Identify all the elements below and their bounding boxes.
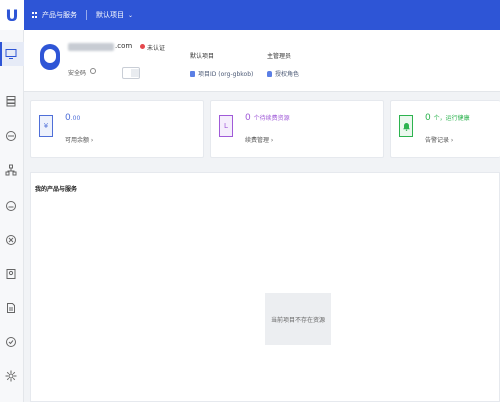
project-selector-label: 默认项目 bbox=[96, 11, 124, 19]
account-header: .com 未认证 安全码 默认项目 项目ID (org-gbkob) 主管理员 … bbox=[24, 30, 500, 92]
bell-icon bbox=[399, 115, 413, 137]
org-icon[interactable] bbox=[5, 164, 17, 176]
database-icon[interactable] bbox=[5, 234, 17, 246]
safety-code-toggle[interactable] bbox=[122, 67, 140, 79]
my-products-panel: 我的产品与服务 当前项目不存在资源 bbox=[30, 172, 500, 402]
document-icon[interactable] bbox=[5, 302, 17, 314]
renewal-value: 0 个待续费资源 bbox=[245, 113, 290, 123]
verify-status-link[interactable]: 未认证 bbox=[147, 43, 165, 52]
check-icon[interactable] bbox=[5, 336, 17, 348]
avatar[interactable] bbox=[40, 44, 60, 70]
top-navigation-bar: U 产品与服务 默认项目 ⌄ bbox=[0, 0, 500, 30]
project-selector[interactable]: 默认项目 ⌄ bbox=[96, 10, 133, 20]
username-suffix: .com bbox=[115, 42, 133, 50]
sidebar bbox=[0, 30, 24, 402]
alert-records-link[interactable]: 告警记录 › bbox=[425, 135, 453, 144]
user-role-icon bbox=[267, 70, 272, 77]
cloud-icon[interactable] bbox=[5, 200, 17, 212]
authorized-role-text: 授权角色 bbox=[275, 71, 300, 78]
storage-icon[interactable] bbox=[5, 95, 17, 107]
safety-code-label: 安全码 bbox=[68, 70, 87, 77]
empty-state: 当前项目不存在资源 bbox=[265, 293, 331, 345]
yuan-icon: ¥ bbox=[39, 115, 53, 137]
chevron-down-icon: ⌄ bbox=[128, 11, 134, 19]
badge-icon[interactable] bbox=[5, 268, 17, 280]
products-label: 产品与服务 bbox=[42, 11, 77, 19]
authorized-role[interactable]: 授权角色 bbox=[267, 69, 299, 78]
monitor-icon[interactable] bbox=[5, 48, 17, 60]
nav-divider bbox=[86, 10, 87, 20]
network-icon[interactable] bbox=[5, 130, 17, 142]
alert-card[interactable]: 0 个，运行健康 告警记录 › bbox=[390, 100, 500, 158]
admin-label: 主管理员 bbox=[267, 53, 292, 60]
products-menu[interactable]: 产品与服务 bbox=[32, 10, 77, 20]
ucloud-logo[interactable]: U bbox=[0, 0, 24, 30]
project-icon bbox=[190, 70, 195, 77]
balance-value: 0.00 bbox=[65, 113, 81, 123]
renewal-management-link[interactable]: 续费管理 › bbox=[245, 135, 273, 144]
available-balance-link[interactable]: 可用余额 › bbox=[65, 135, 93, 144]
gear-icon[interactable] bbox=[5, 370, 17, 382]
project-label: 默认项目 bbox=[190, 53, 215, 60]
project-id-text: 项目ID (org-gbkob) bbox=[198, 71, 254, 78]
products-title: 我的产品与服务 bbox=[35, 186, 78, 193]
renewal-card[interactable]: L 0 个待续费资源 续费管理 › bbox=[210, 100, 384, 158]
username-redacted bbox=[68, 43, 114, 51]
project-id[interactable]: 项目ID (org-gbkob) bbox=[190, 69, 253, 78]
renewal-icon: L bbox=[219, 115, 233, 137]
alert-value: 0 个，运行健康 bbox=[425, 113, 470, 123]
bell-shape bbox=[402, 122, 410, 131]
balance-card[interactable]: ¥ 0.00 可用余额 › bbox=[30, 100, 204, 158]
info-icon[interactable] bbox=[90, 68, 96, 74]
unverified-status-icon bbox=[140, 44, 145, 49]
grid-menu-icon bbox=[32, 12, 38, 18]
